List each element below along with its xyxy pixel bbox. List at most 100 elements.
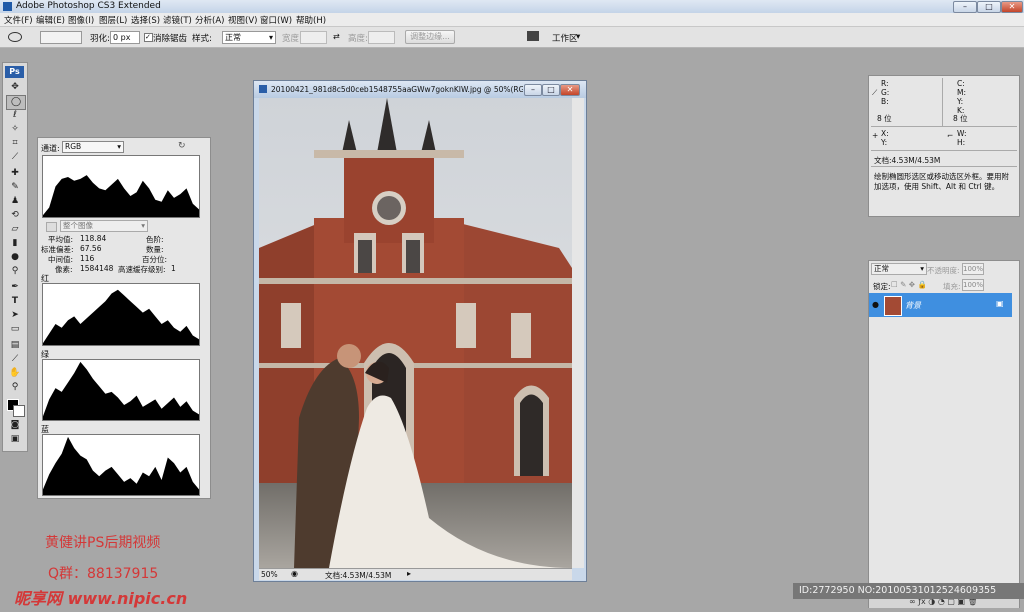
source-select[interactable]: 整个图像 ▾ bbox=[60, 220, 148, 232]
close-button[interactable]: ✕ bbox=[1001, 1, 1023, 13]
document-window[interactable]: 20100421_981d8c5d0ceb1548755aaGWw7goknKI… bbox=[253, 80, 587, 582]
menu-edit[interactable]: 编辑(E) bbox=[36, 14, 65, 26]
antialias-checkbox[interactable]: ✓ bbox=[144, 33, 153, 42]
options-bar: 羽化: 0 px ✓ 消除锯齿 样式: 正常 ▾ 宽度: ⇄ 高度: 调整边缘..… bbox=[0, 27, 1024, 48]
slice-tool-icon[interactable]: ⟋ bbox=[6, 151, 24, 164]
eyedropper-icon: ⟋ bbox=[872, 88, 878, 97]
magic-wand-icon[interactable]: ✧ bbox=[6, 123, 24, 136]
shape-tool-icon[interactable]: ▭ bbox=[6, 323, 24, 336]
crop-tool-icon[interactable]: ⌗ bbox=[6, 137, 24, 150]
quick-mask-icon[interactable]: ◙ bbox=[6, 419, 24, 432]
healing-brush-icon[interactable]: ✚ bbox=[6, 167, 24, 180]
doc-minimize-button[interactable]: – bbox=[524, 84, 542, 96]
pen-tool-icon[interactable]: ✒ bbox=[6, 281, 24, 294]
antialias-label: 消除锯齿 bbox=[153, 34, 188, 44]
opacity-input[interactable]: 100% bbox=[962, 263, 984, 275]
menu-analysis[interactable]: 分析(A) bbox=[195, 14, 224, 26]
marquee-tool-icon[interactable]: ◯ bbox=[6, 95, 26, 110]
vertical-scrollbar[interactable] bbox=[572, 98, 584, 568]
bit-depth-left: 8 位 bbox=[877, 114, 892, 123]
opacity-label: 不透明度: bbox=[927, 266, 960, 275]
divider bbox=[942, 78, 943, 126]
green-histogram-plot bbox=[43, 361, 199, 420]
dodge-tool-icon[interactable]: ⚲ bbox=[6, 265, 24, 278]
eraser-tool-icon[interactable]: ▱ bbox=[6, 223, 24, 236]
status-menu-icon[interactable]: ◉ bbox=[291, 569, 298, 578]
blur-tool-icon[interactable]: ● bbox=[6, 251, 24, 264]
zoom-tool-icon[interactable]: ⚲ bbox=[6, 381, 24, 394]
green-histogram bbox=[42, 359, 200, 421]
style-label: 样式: bbox=[192, 34, 212, 44]
width-input[interactable] bbox=[300, 31, 327, 44]
divider bbox=[871, 126, 1017, 127]
lasso-tool-icon[interactable]: ℓ bbox=[6, 109, 24, 122]
canvas-photo[interactable] bbox=[259, 98, 572, 568]
menu-view[interactable]: 视图(V) bbox=[228, 14, 257, 26]
tools-panel: Ps ✥ ◯ ℓ ✧ ⌗ ⟋ ✚ ✎ ♟ ⟲ ▱ ▮ ● ⚲ ✒ T ➤ ▭ ▤… bbox=[2, 62, 28, 452]
workspace-menu[interactable]: 工作区 bbox=[552, 32, 578, 44]
brush-tool-icon[interactable]: ✎ bbox=[6, 181, 24, 194]
image-id-bar: ID:2772950 NO:20100531012524609355 bbox=[793, 583, 1024, 599]
background-color-swatch[interactable] bbox=[13, 405, 25, 417]
refine-edge-button[interactable]: 调整边缘... bbox=[405, 30, 455, 44]
workspace-arrow-icon[interactable]: ▾ bbox=[576, 32, 580, 42]
height-input[interactable] bbox=[368, 31, 395, 44]
lock-icons[interactable]: ☐ ✎ ✥ 🔒 bbox=[891, 280, 927, 289]
menu-layer[interactable]: 图层(L) bbox=[99, 14, 127, 26]
style-select[interactable]: 正常 ▾ bbox=[222, 31, 276, 44]
layer-thumbnail bbox=[884, 296, 902, 316]
menu-file[interactable]: 文件(F) bbox=[4, 14, 33, 26]
info-x-label: X: bbox=[881, 129, 889, 138]
document-title-bar[interactable]: 20100421_981d8c5d0ceb1548755aaGWw7goknKI… bbox=[254, 81, 586, 98]
doc-maximize-button[interactable]: □ bbox=[542, 84, 560, 96]
status-arrow-icon[interactable]: ▸ bbox=[407, 569, 411, 578]
bit-depth-right: 8 位 bbox=[953, 114, 968, 123]
maximize-button[interactable]: □ bbox=[977, 1, 1001, 13]
menu-help[interactable]: 帮助(H) bbox=[296, 14, 326, 26]
doc-close-button[interactable]: ✕ bbox=[560, 84, 580, 96]
window-title: Adobe Photoshop CS3 Extended bbox=[16, 1, 161, 11]
eyedropper-icon[interactable]: ⟋ bbox=[6, 353, 24, 366]
ps-logo[interactable]: Ps bbox=[5, 66, 24, 78]
lock-icon: ▣ bbox=[996, 299, 1004, 308]
menu-select[interactable]: 选择(S) bbox=[131, 14, 160, 26]
feather-input[interactable]: 0 px bbox=[110, 31, 140, 44]
info-h-label: H: bbox=[957, 138, 966, 147]
notes-tool-icon[interactable]: ▤ bbox=[6, 339, 24, 352]
swap-icon[interactable]: ⇄ bbox=[333, 32, 340, 41]
channel-select[interactable]: RGB ▾ bbox=[62, 141, 124, 153]
cache-value: 1 bbox=[171, 264, 176, 273]
screen-mode-icon[interactable]: ▣ bbox=[6, 433, 24, 446]
zoom-level[interactable]: 50% bbox=[261, 570, 278, 579]
fill-label: 填充: bbox=[943, 282, 961, 291]
hand-tool-icon[interactable]: ✋ bbox=[6, 367, 24, 380]
layer-name[interactable]: 背景 bbox=[905, 300, 921, 311]
document-size: 文档:4.53M/4.53M bbox=[325, 571, 392, 580]
eye-icon[interactable]: ● bbox=[872, 300, 879, 309]
type-tool-icon[interactable]: T bbox=[6, 295, 24, 308]
size-icon: ⌐ bbox=[947, 131, 954, 140]
width-label: 宽度: bbox=[282, 34, 302, 44]
elliptical-marquee-icon[interactable] bbox=[8, 32, 22, 42]
fill-input[interactable]: 100% bbox=[962, 279, 984, 291]
history-brush-icon[interactable]: ⟲ bbox=[6, 209, 24, 222]
minimize-button[interactable]: – bbox=[953, 1, 977, 13]
info-m-label: M: bbox=[957, 88, 966, 97]
palette-well-icon[interactable] bbox=[527, 31, 539, 41]
watermark-line2: Q群：88137915 bbox=[48, 566, 159, 582]
clone-stamp-icon[interactable]: ♟ bbox=[6, 195, 24, 208]
layer-row-background[interactable]: ● 背景 ▣ bbox=[869, 293, 1012, 317]
gradient-tool-icon[interactable]: ▮ bbox=[6, 237, 24, 250]
menu-image[interactable]: 图像(I) bbox=[68, 14, 94, 26]
document-title: 20100421_981d8c5d0ceb1548755aaGWw7goknKI… bbox=[271, 85, 523, 94]
refresh-icon[interactable]: ↻ bbox=[178, 141, 186, 151]
layers-panel: 正常 ▾ 不透明度: 100% 锁定: ☐ ✎ ✥ 🔒 填充: 100% ● 背景… bbox=[868, 260, 1020, 608]
path-selection-icon[interactable]: ➤ bbox=[6, 309, 24, 322]
menu-window[interactable]: 窗口(W) bbox=[260, 14, 292, 26]
menu-filter[interactable]: 滤镜(T) bbox=[163, 14, 192, 26]
pixels-value: 1584148 bbox=[80, 264, 114, 273]
document-status-bar: 50% ◉ 文档:4.53M/4.53M ▸ bbox=[259, 568, 572, 580]
move-tool-icon[interactable]: ✥ bbox=[6, 81, 24, 94]
selection-mode-icons[interactable] bbox=[40, 31, 82, 44]
blend-mode-select[interactable]: 正常 ▾ bbox=[871, 263, 927, 275]
